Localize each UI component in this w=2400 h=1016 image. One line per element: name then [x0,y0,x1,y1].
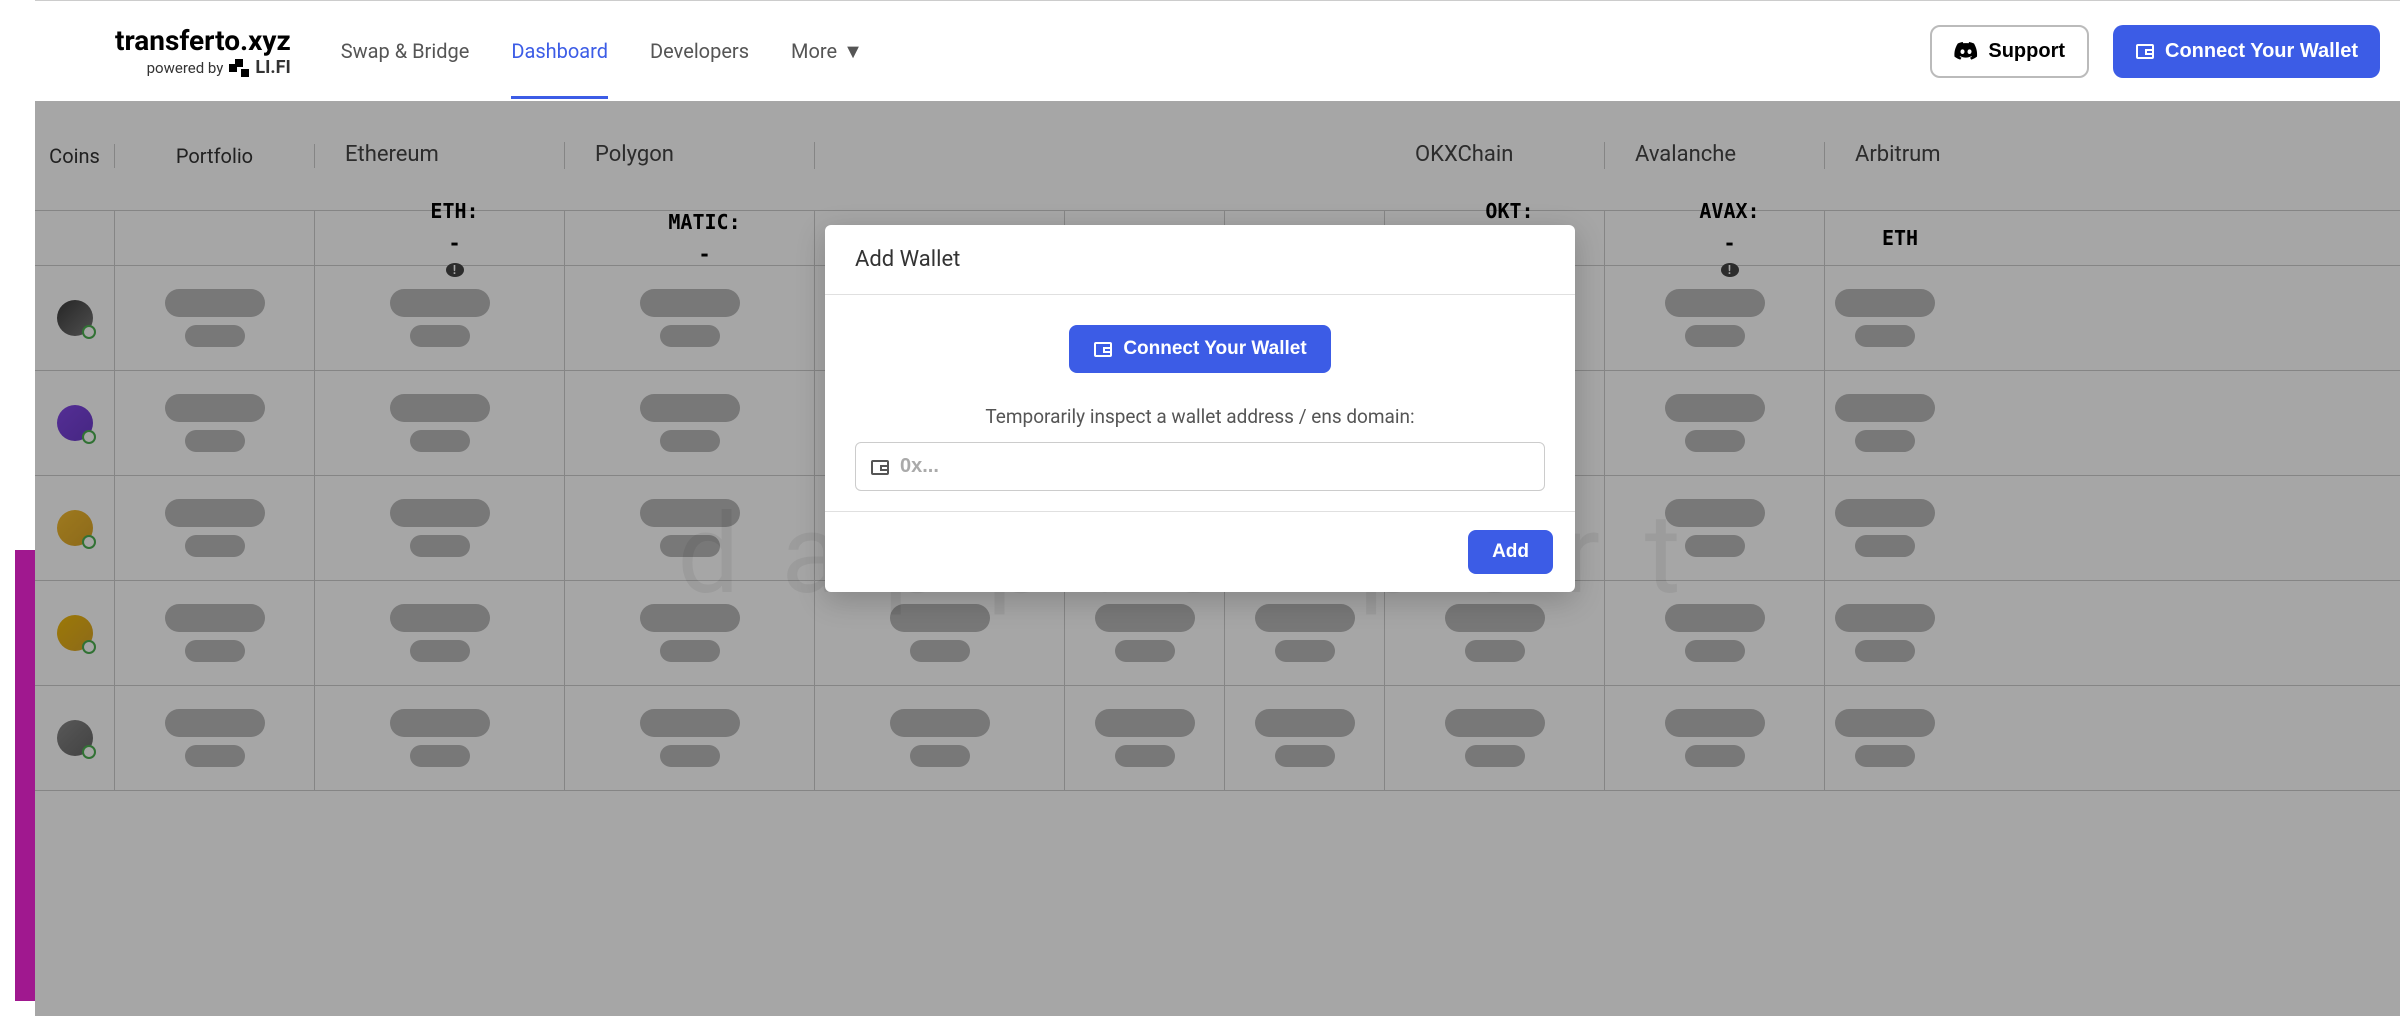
modal-body: Connect Your Wallet Temporarily inspect … [825,295,1575,511]
logo-subtitle: powered by LI.FI [115,57,291,78]
wallet-address-input-wrap[interactable] [855,442,1545,491]
discord-icon [1954,41,1978,61]
chevron-down-icon: ▼ [843,39,863,64]
modal-title: Add Wallet [825,225,1575,295]
wallet-address-input[interactable] [900,455,1530,478]
nav-dashboard[interactable]: Dashboard [511,3,608,99]
nav-more[interactable]: More ▼ [791,3,863,100]
wallet-icon [2135,41,2155,61]
modal-note: Temporarily inspect a wallet address / e… [985,405,1414,428]
main-nav: Swap & Bridge Dashboard Developers More … [341,3,1931,100]
header: transferto.xyz powered by LI.FI Swap & B… [35,1,2400,101]
logo-title: transferto.xyz [115,24,291,57]
modal-connect-wallet-button[interactable]: Connect Your Wallet [1069,325,1330,373]
logo[interactable]: transferto.xyz powered by LI.FI [115,24,291,78]
add-button[interactable]: Add [1468,530,1553,574]
header-actions: Support Connect Your Wallet [1930,25,2380,78]
lifi-logo: LI.FI [229,57,290,78]
wallet-icon [870,457,890,477]
add-wallet-modal: Add Wallet Connect Your Wallet Temporari… [825,225,1575,592]
modal-footer: Add [825,511,1575,592]
wallet-icon [1093,339,1113,359]
connect-wallet-button[interactable]: Connect Your Wallet [2113,25,2380,78]
support-button[interactable]: Support [1930,25,2089,78]
nav-swap-bridge[interactable]: Swap & Bridge [341,3,470,99]
nav-developers[interactable]: Developers [650,3,749,99]
